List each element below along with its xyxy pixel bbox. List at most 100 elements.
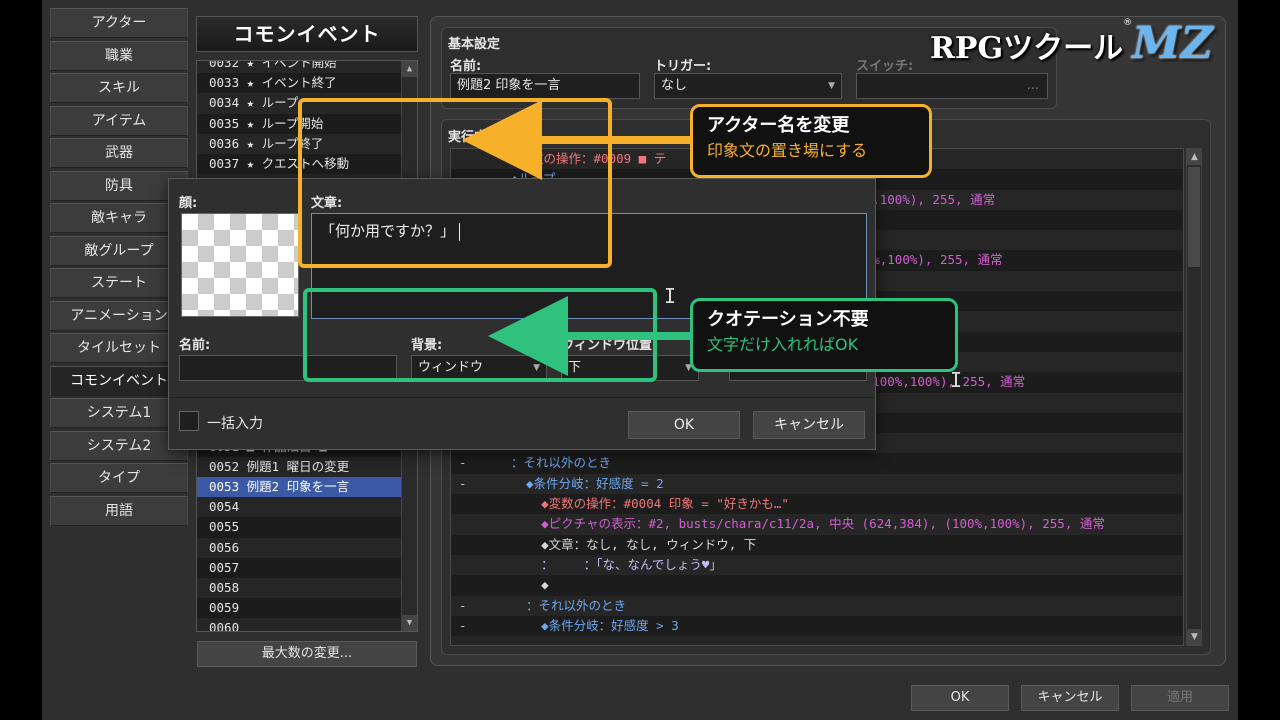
cancel-button[interactable]: キャンセル (1021, 685, 1119, 711)
scroll-down-icon[interactable]: ▼ (402, 615, 417, 631)
contents-title: 実行内容 (448, 130, 501, 145)
logo-registered: ® (1123, 18, 1133, 28)
command-row[interactable]: - ：それ以外のとき (451, 595, 1183, 616)
command-text: ◆条件分岐：好感度 = 2 (511, 475, 664, 491)
command-text: ：それ以外のとき (511, 597, 627, 613)
command-scrollbar[interactable]: ▲ ▼ (1186, 148, 1202, 646)
basic-settings-title: 基本設定 (448, 37, 501, 52)
face-label: 顔: (179, 196, 198, 211)
apply-button[interactable]: 適用 (1131, 685, 1229, 711)
common-event-row[interactable]: 0054 (197, 497, 417, 518)
common-event-row[interactable]: 0056 (197, 537, 417, 558)
command-text: ◆変数の操作：#0009 ■ テ (511, 151, 667, 166)
speaker-name-field[interactable] (179, 355, 397, 381)
trigger-label: トリガー: (654, 59, 712, 74)
nav-item-1[interactable]: 職業 (50, 40, 188, 71)
name-label: 名前: (450, 59, 482, 74)
nav-item-15[interactable]: 用語 (50, 495, 188, 526)
orange-callout-subtitle: 印象文の置き場にする (707, 141, 868, 160)
common-event-row[interactable]: 0032 ★ イベント開始 (197, 61, 417, 74)
text-cursor-icon: I (950, 368, 963, 392)
batch-input-label: 一括入力 (207, 416, 263, 432)
command-text: ： ：「な、なんでしょう♥」 (511, 556, 722, 572)
logo-mz: MZ (1132, 18, 1213, 69)
trigger-value: なし (661, 78, 688, 93)
common-event-row[interactable]: 0058 (197, 577, 417, 599)
orange-callout-title: アクター名を変更 (707, 115, 850, 136)
event-name-value: 例題2 印象を一言 (457, 78, 561, 93)
text-cursor-icon: I (664, 284, 677, 308)
background-select[interactable]: ウィンドウ ▼ (411, 355, 547, 381)
common-event-row[interactable]: 0055 (197, 517, 417, 537)
command-row[interactable]: ◆文章：なし, なし, ウィンドウ, 下 (451, 535, 1183, 555)
scroll-up-icon[interactable]: ▲ (1187, 149, 1202, 165)
command-row[interactable] (451, 636, 1183, 645)
max-change-button[interactable]: 最大数の変更... (197, 641, 417, 667)
scroll-thumb[interactable] (1188, 167, 1200, 267)
ok-button[interactable]: OK (911, 685, 1009, 711)
switch-label: スイッチ: (856, 59, 914, 74)
common-event-row[interactable]: 0057 (197, 558, 417, 578)
message-text-value: 「何か用ですか？」 (320, 222, 456, 240)
text-caret (459, 222, 461, 241)
nav-item-0[interactable]: アクター (50, 8, 188, 38)
command-row[interactable]: ◆変数の操作：#0004 印象 = "好きかも…" (451, 494, 1183, 514)
background-label: 背景: (411, 338, 443, 353)
event-name-field[interactable]: 例題2 印象を一言 (450, 73, 640, 99)
command-text: ◆文章：なし, なし, ウィンドウ, 下 (511, 536, 757, 552)
command-text: ◆変数の操作：#0004 印象 = "好きかも…" (511, 496, 789, 512)
logo-text: RPGツクール (930, 31, 1124, 66)
batch-input-checkbox[interactable] (179, 411, 199, 431)
nav-item-2[interactable]: スキル (50, 73, 188, 103)
dialog-ok-button[interactable]: OK (628, 411, 740, 439)
command-text: ◆ (511, 577, 549, 593)
switch-value: ... (1026, 78, 1039, 93)
scroll-down-icon[interactable]: ▼ (1187, 629, 1202, 645)
window-position-value: 下 (568, 360, 582, 375)
common-event-row[interactable]: 0037 ★ クエストへ移動 (197, 154, 417, 174)
command-text: ◆条件分岐：好感度 > 3 (511, 617, 679, 633)
common-event-row[interactable]: 0059 (197, 598, 417, 618)
common-event-row[interactable]: 0053 例題2 印象を一言 (197, 476, 417, 498)
switch-field[interactable]: ... (856, 73, 1048, 99)
common-event-row[interactable]: 0034 ★ ループ (197, 93, 417, 114)
command-marker: - (459, 597, 467, 613)
chevron-down-icon: ▼ (533, 363, 540, 373)
common-event-row[interactable]: 0033 ★ イベント終了 (197, 73, 417, 93)
command-text: ：それ以外のとき (511, 455, 612, 471)
command-row[interactable]: ： ：「な、なんでしょう♥」 (451, 554, 1183, 576)
text-label: 文章: (311, 196, 343, 211)
command-row[interactable]: - ◆条件分岐：好感度 = 2 (451, 473, 1183, 495)
orange-callout: アクター名を変更 印象文の置き場にする (690, 104, 932, 178)
window-position-label: ウィンドウ位置: (561, 338, 658, 353)
window-position-select[interactable]: 下 ▼ (561, 355, 699, 381)
command-row[interactable]: ◆ピクチャの表示：#2, busts/chara/c11/2a, 中央 (624… (451, 514, 1183, 535)
nav-item-14[interactable]: タイプ (50, 463, 188, 493)
common-event-row[interactable]: 0060 (197, 618, 417, 631)
background-value: ウィンドウ (418, 360, 484, 375)
green-callout-title: クオテーション不要 (707, 309, 869, 330)
command-row[interactable]: - ◆条件分岐：好感度 > 3 (451, 616, 1183, 636)
command-marker: - (459, 455, 467, 471)
green-callout-subtitle: 文字だけ入れればOK (707, 335, 859, 354)
face-image[interactable] (181, 213, 299, 317)
dialog-cancel-button[interactable]: キャンセル (753, 411, 865, 439)
command-text: ◆ピクチャの表示：#2, busts/chara/c11/2a, 中央 (624… (511, 516, 1105, 532)
chevron-down-icon: ▼ (828, 81, 835, 91)
name-label: 名前: (179, 338, 211, 353)
common-event-row[interactable]: 0036 ★ ループ終了 (197, 133, 417, 154)
nav-item-3[interactable]: アイテム (50, 105, 188, 136)
nav-item-4[interactable]: 武器 (50, 138, 188, 168)
command-marker: - (459, 475, 467, 491)
command-row[interactable]: ◆ (451, 575, 1183, 595)
command-marker: - (459, 617, 467, 633)
common-event-header: コモンイベント (196, 16, 418, 52)
scroll-up-icon[interactable]: ▲ (402, 61, 417, 77)
rpgmaker-logo: RPGツクール ®MZ (930, 18, 1213, 69)
common-event-row[interactable]: 0052 例題1 曜日の変更 (197, 456, 417, 477)
trigger-select[interactable]: なし ▼ (654, 73, 842, 99)
common-event-row[interactable]: 0035 ★ ループ開始 (197, 114, 417, 134)
command-row[interactable]: - ：それ以外のとき (451, 453, 1183, 473)
divider (169, 397, 875, 398)
green-callout: クオテーション不要 文字だけ入れればOK (690, 298, 958, 372)
